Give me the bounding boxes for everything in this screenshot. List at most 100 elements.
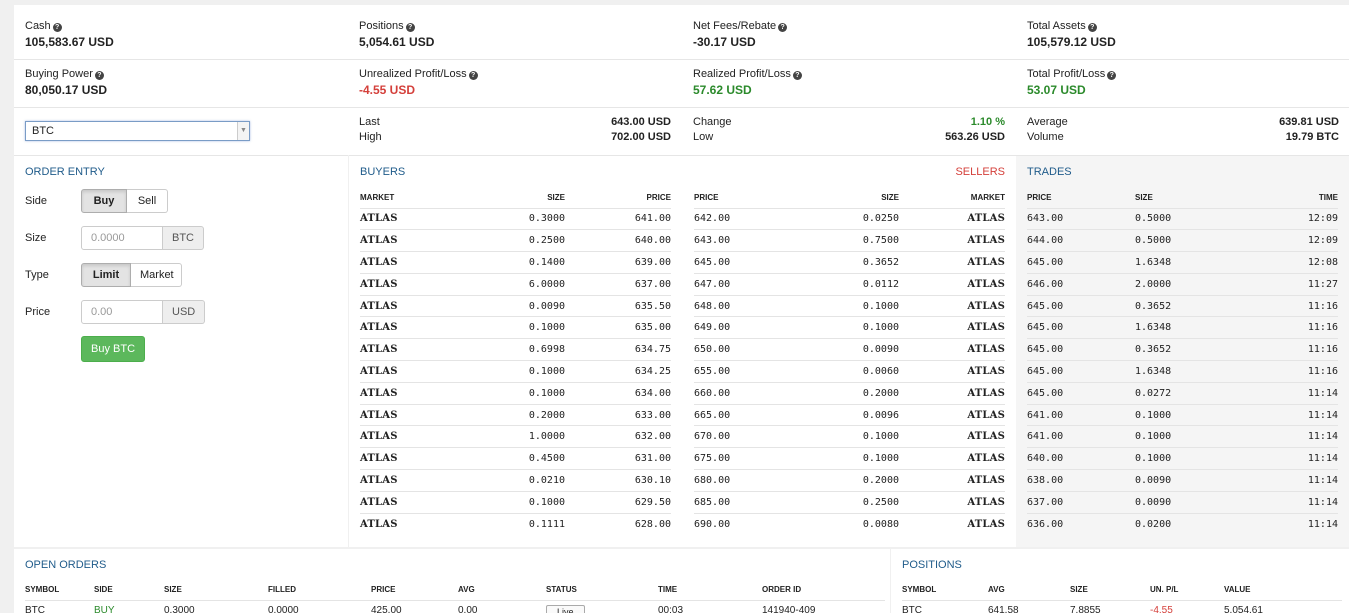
stat-value: 105,583.67 USD bbox=[25, 35, 114, 49]
help-icon[interactable]: ? bbox=[792, 71, 802, 80]
table-row[interactable]: 642.00 0.0250 ATLAS bbox=[694, 207, 1005, 230]
seller-market: ATLAS bbox=[899, 469, 1005, 492]
help-icon[interactable]: ? bbox=[405, 23, 415, 32]
pos-header-value: VALUE bbox=[1224, 585, 1251, 595]
seller-size: 0.0112 bbox=[804, 272, 899, 296]
price-input[interactable]: 0.00 bbox=[81, 300, 163, 324]
buyer-price: 632.00 bbox=[565, 425, 671, 448]
seller-price: 680.00 bbox=[694, 469, 804, 492]
table-row[interactable]: ATLAS 0.4500 631.00 bbox=[360, 447, 671, 470]
table-row[interactable]: ATLAS 0.1111 628.00 bbox=[360, 512, 671, 535]
trade-price: 640.00 bbox=[1027, 447, 1135, 470]
trade-time: 11:16 bbox=[1235, 316, 1338, 339]
market-label: Low bbox=[693, 131, 714, 143]
table-row[interactable]: 645.00 1.6348 11:16 bbox=[1027, 316, 1338, 339]
table-row[interactable]: ATLAS 1.0000 632.00 bbox=[360, 425, 671, 448]
table-row[interactable]: 645.00 1.6348 11:16 bbox=[1027, 360, 1338, 383]
stat-value: -30.17 USD bbox=[693, 35, 756, 49]
table-row[interactable]: ATLAS 0.6998 634.75 bbox=[360, 338, 671, 361]
buyer-market: ATLAS bbox=[360, 251, 470, 274]
symbol-select[interactable]: BTC ▼ bbox=[25, 121, 250, 141]
market-low: Low 563.26 USD bbox=[693, 130, 1005, 145]
table-row[interactable]: ATLAS 0.2000 633.00 bbox=[360, 403, 671, 426]
trade-size: 1.6348 bbox=[1135, 316, 1235, 339]
seller-price: 647.00 bbox=[694, 272, 804, 296]
pos-header-avg: AVG bbox=[988, 585, 1005, 595]
help-icon[interactable]: ? bbox=[1087, 23, 1097, 32]
table-row[interactable]: 643.00 0.7500 ATLAS bbox=[694, 229, 1005, 252]
pos-size: 7.8855 bbox=[1070, 599, 1150, 613]
chevron-down-icon[interactable]: ▼ bbox=[237, 122, 249, 140]
table-row[interactable]: 685.00 0.2500 ATLAS bbox=[694, 490, 1005, 514]
stat-buying-power: Buying Power? 80,050.17 USD bbox=[25, 68, 107, 97]
table-row[interactable]: 641.00 0.1000 11:14 bbox=[1027, 425, 1338, 448]
trade-price: 644.00 bbox=[1027, 229, 1135, 252]
seller-market: ATLAS bbox=[899, 381, 1005, 405]
table-row[interactable]: ATLAS 0.1000 634.25 bbox=[360, 360, 671, 383]
table-row[interactable]: 690.00 0.0080 ATLAS bbox=[694, 512, 1005, 535]
limit-type-button[interactable]: Limit bbox=[81, 263, 131, 287]
table-row[interactable]: ATLAS 0.0090 635.50 bbox=[360, 294, 671, 317]
size-input[interactable]: 0.0000 bbox=[81, 226, 163, 250]
table-row[interactable]: 670.00 0.1000 ATLAS bbox=[694, 425, 1005, 448]
table-row[interactable]: 655.00 0.0060 ATLAS bbox=[694, 360, 1005, 383]
table-row[interactable]: 637.00 0.0090 11:14 bbox=[1027, 490, 1338, 514]
table-row[interactable]: 640.00 0.1000 11:14 bbox=[1027, 447, 1338, 470]
table-row[interactable]: 644.00 0.5000 12:09 bbox=[1027, 229, 1338, 252]
seller-market: ATLAS bbox=[899, 447, 1005, 470]
table-row[interactable]: 665.00 0.0096 ATLAS bbox=[694, 403, 1005, 426]
table-row[interactable]: 647.00 0.0112 ATLAS bbox=[694, 272, 1005, 296]
stat-cash: Cash? 105,583.67 USD bbox=[25, 20, 114, 49]
trade-time: 11:14 bbox=[1235, 490, 1338, 514]
oo-header-side: SIDE bbox=[94, 585, 113, 595]
market-high: High 702.00 USD bbox=[359, 130, 671, 145]
table-row[interactable]: 645.00 0.3652 ATLAS bbox=[694, 251, 1005, 274]
table-row[interactable]: BTC BUY 0.3000 0.0000 425.00 0.00 Live 0… bbox=[25, 599, 885, 613]
help-icon[interactable]: ? bbox=[778, 23, 788, 32]
submit-order-button[interactable]: Buy BTC bbox=[81, 336, 146, 362]
sell-side-button[interactable]: Sell bbox=[127, 189, 168, 213]
buyer-price: 629.50 bbox=[565, 490, 671, 514]
buyer-market: ATLAS bbox=[360, 381, 470, 405]
table-row[interactable]: 645.00 0.3652 11:16 bbox=[1027, 294, 1338, 317]
seller-price: 642.00 bbox=[694, 207, 804, 230]
table-row[interactable]: 645.00 0.3652 11:16 bbox=[1027, 338, 1338, 361]
table-row[interactable]: 646.00 2.0000 11:27 bbox=[1027, 272, 1338, 296]
table-row[interactable]: ATLAS 0.0210 630.10 bbox=[360, 469, 671, 492]
buy-side-button[interactable]: Buy bbox=[81, 189, 127, 213]
buyer-price: 635.00 bbox=[565, 316, 671, 339]
table-row[interactable]: ATLAS 0.3000 641.00 bbox=[360, 207, 671, 230]
order-book-panel: BUYERS SELLERS MARKET SIZE PRICE ATLAS 0.… bbox=[349, 155, 1016, 547]
table-row[interactable]: ATLAS 0.1400 639.00 bbox=[360, 251, 671, 274]
help-icon[interactable]: ? bbox=[52, 23, 62, 32]
table-row[interactable]: ATLAS 0.1000 629.50 bbox=[360, 490, 671, 514]
trade-price: 643.00 bbox=[1027, 207, 1135, 230]
table-row[interactable]: 636.00 0.0200 11:14 bbox=[1027, 512, 1338, 535]
table-row[interactable]: ATLAS 0.2500 640.00 bbox=[360, 229, 671, 252]
live-status-button[interactable]: Live bbox=[546, 604, 585, 613]
trades-header-price: PRICE bbox=[1027, 193, 1052, 203]
price-label: Price bbox=[25, 306, 51, 318]
help-icon[interactable]: ? bbox=[94, 71, 104, 80]
trades-title: TRADES bbox=[1027, 166, 1072, 178]
table-row[interactable]: 649.00 0.1000 ATLAS bbox=[694, 316, 1005, 339]
table-row[interactable]: 675.00 0.1000 ATLAS bbox=[694, 447, 1005, 470]
table-row[interactable]: 643.00 0.5000 12:09 bbox=[1027, 207, 1338, 230]
buyer-size: 0.0210 bbox=[470, 469, 565, 492]
market-type-button[interactable]: Market bbox=[131, 263, 182, 287]
buyer-size: 0.2500 bbox=[470, 229, 565, 252]
table-row[interactable]: 641.00 0.1000 11:14 bbox=[1027, 403, 1338, 426]
table-row[interactable]: ATLAS 0.1000 634.00 bbox=[360, 381, 671, 405]
table-row[interactable]: 648.00 0.1000 ATLAS bbox=[694, 294, 1005, 317]
table-row[interactable]: ATLAS 0.1000 635.00 bbox=[360, 316, 671, 339]
table-row[interactable]: 680.00 0.2000 ATLAS bbox=[694, 469, 1005, 492]
table-row[interactable]: 645.00 0.0272 11:14 bbox=[1027, 381, 1338, 405]
table-row[interactable]: BTC 641.58 7.8855 -4.55 5,054.61 bbox=[902, 599, 1342, 613]
help-icon[interactable]: ? bbox=[468, 71, 478, 80]
table-row[interactable]: 645.00 1.6348 12:08 bbox=[1027, 251, 1338, 274]
table-row[interactable]: 650.00 0.0090 ATLAS bbox=[694, 338, 1005, 361]
help-icon[interactable]: ? bbox=[1107, 71, 1117, 80]
table-row[interactable]: 660.00 0.2000 ATLAS bbox=[694, 381, 1005, 405]
table-row[interactable]: 638.00 0.0090 11:14 bbox=[1027, 469, 1338, 492]
table-row[interactable]: ATLAS 6.0000 637.00 bbox=[360, 272, 671, 296]
